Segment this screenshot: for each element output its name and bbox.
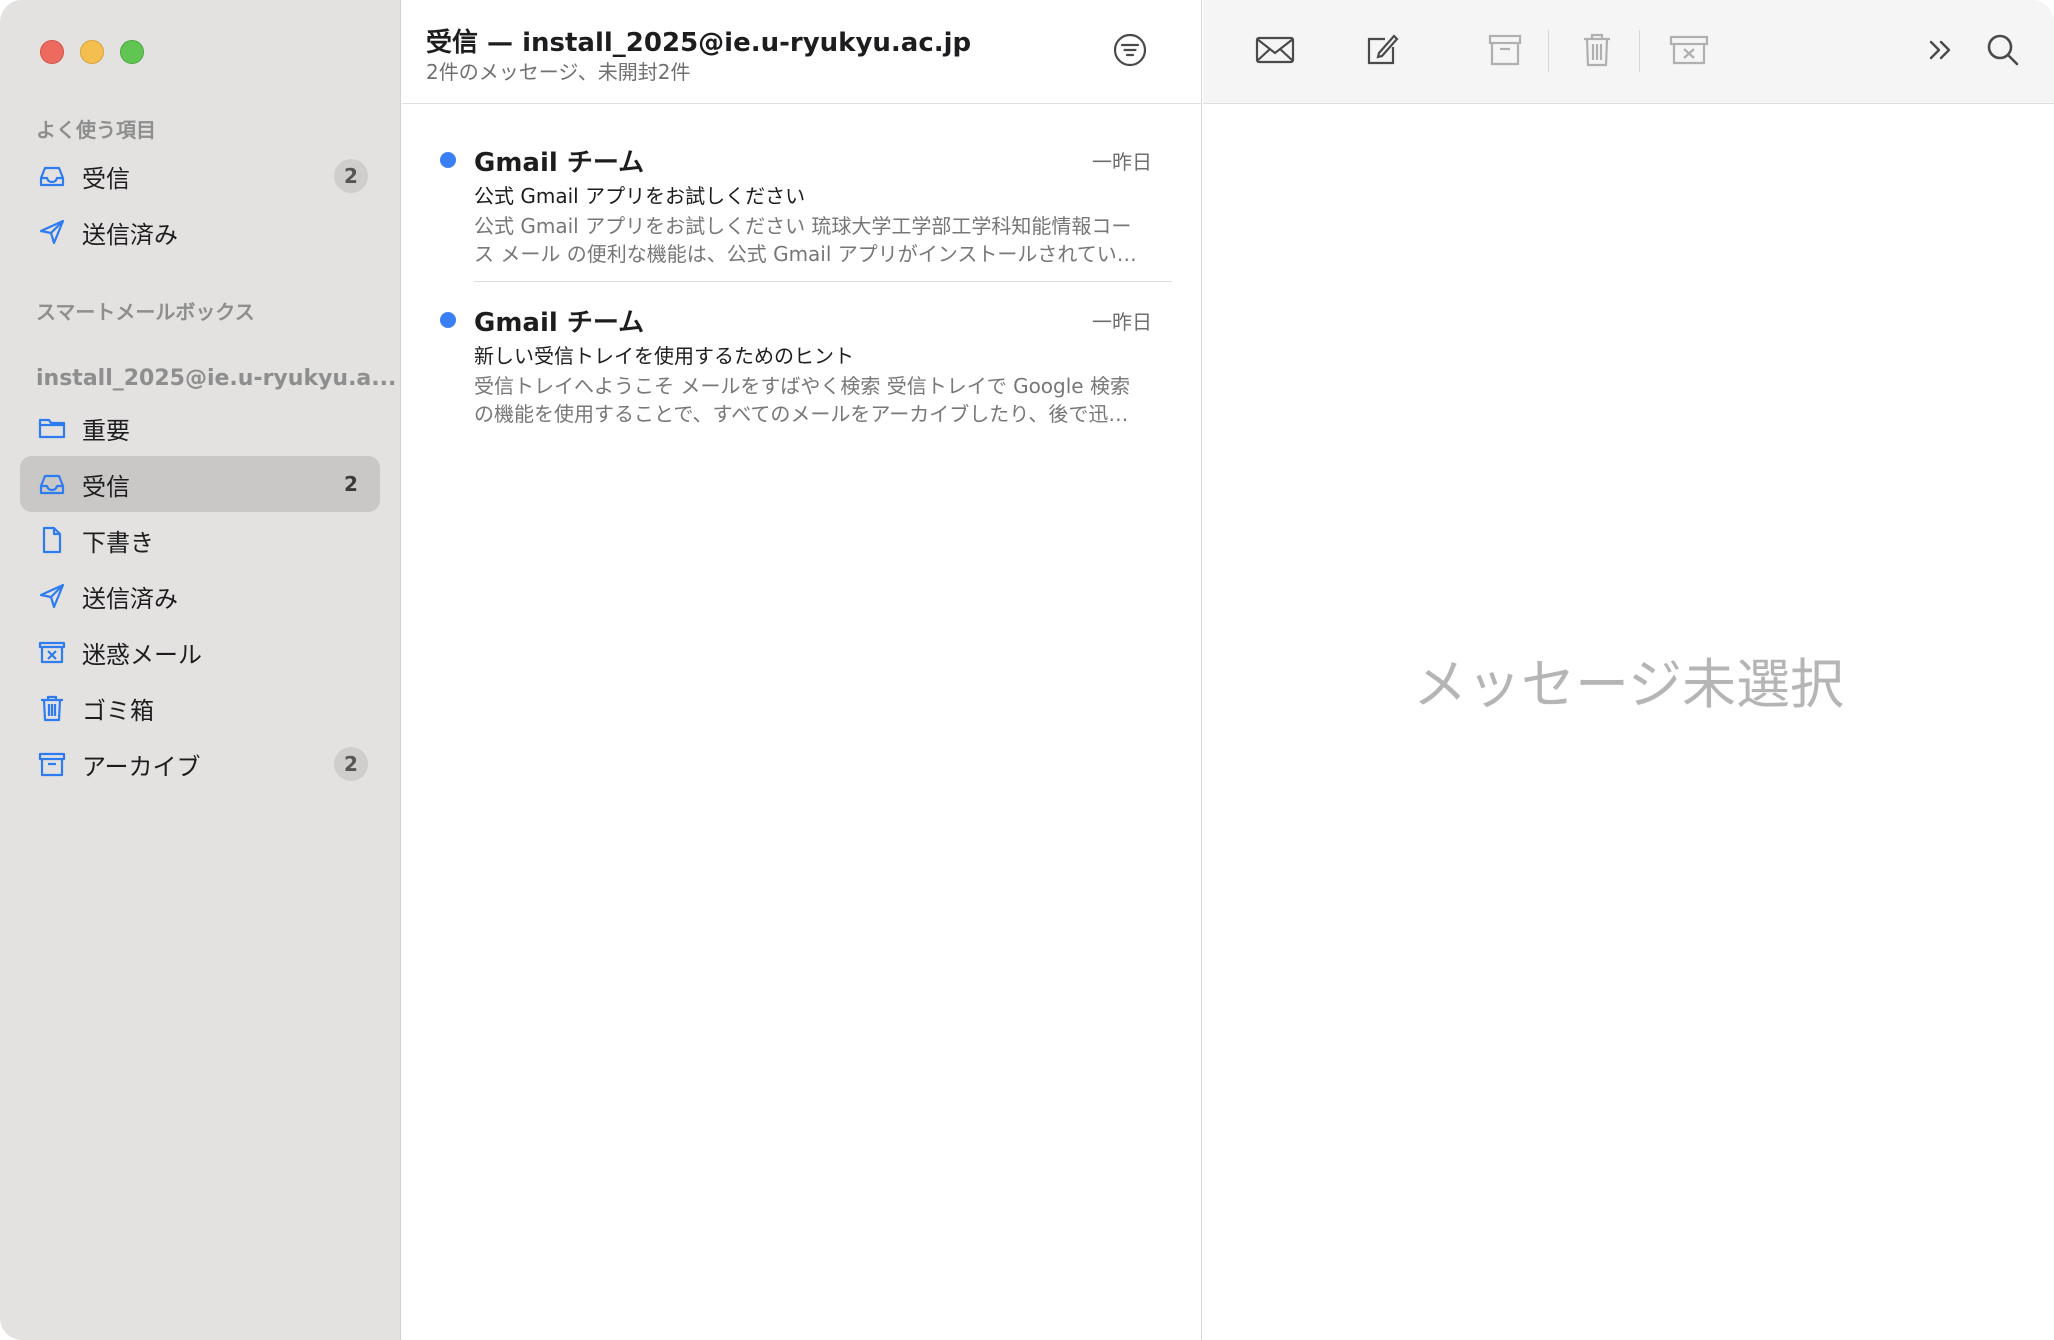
toolbar-separator bbox=[1548, 30, 1549, 72]
mailbox-title: 受信 — install_2025@ie.u-ryukyu.ac.jp bbox=[426, 28, 972, 58]
compose-button[interactable] bbox=[1357, 28, 1405, 72]
message-list-header: 受信 — install_2025@ie.u-ryukyu.ac.jp 2件のメ… bbox=[402, 0, 1202, 104]
folder-icon bbox=[36, 412, 68, 444]
junk-icon bbox=[1669, 35, 1709, 65]
search-icon bbox=[1987, 34, 2019, 66]
junk-icon bbox=[36, 636, 68, 668]
close-window-button[interactable] bbox=[40, 40, 64, 64]
sidebar-item-label: アーカイブ bbox=[82, 752, 201, 781]
sidebar-item-important[interactable]: 重要 bbox=[20, 400, 380, 456]
sidebar-item-junk[interactable]: 迷惑メール bbox=[20, 624, 380, 680]
account-section-label[interactable]: install_2025@ie.u-ryukyu.a... bbox=[36, 366, 396, 391]
favorites-section-label[interactable]: よく使う項目 bbox=[36, 114, 156, 143]
inbox-icon bbox=[36, 468, 68, 500]
window-controls bbox=[40, 40, 144, 64]
unread-count-badge: 2 bbox=[334, 159, 368, 193]
message-date: 一昨日 bbox=[1092, 150, 1152, 174]
message-subject: 公式 Gmail アプリをお試しください bbox=[474, 184, 806, 208]
message-viewer-pane: メッセージ未選択 bbox=[1203, 0, 2054, 1340]
sidebar-item-label: 送信済み bbox=[82, 220, 178, 249]
message-divider bbox=[474, 281, 1172, 282]
message-sender: Gmail チーム bbox=[474, 148, 645, 178]
sidebar-item-label: 迷惑メール bbox=[82, 640, 202, 669]
trash-icon bbox=[36, 692, 68, 724]
filter-button[interactable] bbox=[1112, 32, 1148, 68]
sidebar-item-label: 受信 bbox=[82, 472, 130, 501]
compose-icon bbox=[1367, 34, 1399, 65]
sidebar-item-label: 重要 bbox=[82, 416, 130, 445]
zoom-window-button[interactable] bbox=[120, 40, 144, 64]
message-list-pane: 受信 — install_2025@ie.u-ryukyu.ac.jp 2件のメ… bbox=[402, 0, 1202, 1340]
paperplane-icon bbox=[36, 580, 68, 612]
sidebar-item-label: ゴミ箱 bbox=[82, 696, 154, 725]
unread-count-badge: 2 bbox=[334, 747, 368, 781]
sidebar-item-archive[interactable]: アーカイブ 2 bbox=[20, 736, 380, 792]
inbox-icon bbox=[36, 160, 68, 192]
unread-count-badge: 2 bbox=[344, 472, 358, 496]
junk-button[interactable] bbox=[1665, 28, 1713, 72]
message-row[interactable]: Gmail チーム 一昨日 新しい受信トレイを使用するためのヒント 受信トレイへ… bbox=[402, 294, 1202, 452]
sidebar-item-favorites-sent[interactable]: 送信済み bbox=[20, 204, 380, 260]
sidebar-item-drafts[interactable]: 下書き bbox=[20, 512, 380, 568]
archive-icon bbox=[1488, 34, 1522, 66]
sidebar-item-label: 受信 bbox=[82, 164, 130, 193]
sidebar: よく使う項目 受信 2 送信済み スマートメールボックス install_202… bbox=[0, 0, 401, 1340]
get-mail-button[interactable] bbox=[1251, 28, 1299, 72]
sidebar-item-inbox[interactable]: 受信 2 bbox=[20, 456, 380, 512]
sidebar-item-trash[interactable]: ゴミ箱 bbox=[20, 680, 380, 736]
message-subject: 新しい受信トレイを使用するためのヒント bbox=[474, 344, 854, 368]
unread-dot-icon bbox=[440, 152, 456, 168]
search-button[interactable] bbox=[1979, 28, 2027, 72]
message-row[interactable]: Gmail チーム 一昨日 公式 Gmail アプリをお試しください 公式 Gm… bbox=[402, 134, 1202, 292]
paperplane-icon bbox=[36, 216, 68, 248]
toolbar bbox=[1203, 0, 2054, 104]
chevrons-right-icon bbox=[1929, 40, 1951, 60]
mail-window: よく使う項目 受信 2 送信済み スマートメールボックス install_202… bbox=[0, 0, 2054, 1340]
sidebar-item-label: 送信済み bbox=[82, 584, 178, 613]
minimize-window-button[interactable] bbox=[80, 40, 104, 64]
no-message-selected-label: メッセージ未選択 bbox=[1413, 653, 1844, 716]
archive-button[interactable] bbox=[1481, 28, 1529, 72]
smart-mailboxes-section-label[interactable]: スマートメールボックス bbox=[36, 296, 255, 325]
unread-dot-icon bbox=[440, 312, 456, 328]
sidebar-item-sent[interactable]: 送信済み bbox=[20, 568, 380, 624]
sidebar-item-label: 下書き bbox=[82, 528, 154, 557]
sidebar-item-favorites-inbox[interactable]: 受信 2 bbox=[20, 148, 380, 204]
delete-button[interactable] bbox=[1573, 28, 1621, 72]
mailbox-summary: 2件のメッセージ、未開封2件 bbox=[426, 60, 691, 84]
more-toolbar-button[interactable] bbox=[1917, 28, 1965, 72]
message-preview: 受信トレイへようこそ メールをすばやく検索 受信トレイで Google 検索の機… bbox=[474, 374, 1130, 426]
message-sender: Gmail チーム bbox=[474, 308, 645, 338]
archive-icon bbox=[36, 748, 68, 780]
toolbar-separator bbox=[1639, 30, 1640, 72]
document-icon bbox=[36, 524, 68, 556]
trash-icon bbox=[1584, 33, 1610, 67]
message-preview: 公式 Gmail アプリをお試しください 琉球大学工学部工学科知能情報コース メ… bbox=[474, 214, 1137, 266]
message-date: 一昨日 bbox=[1092, 310, 1152, 334]
filter-icon bbox=[1113, 33, 1147, 67]
envelope-icon bbox=[1255, 36, 1295, 64]
